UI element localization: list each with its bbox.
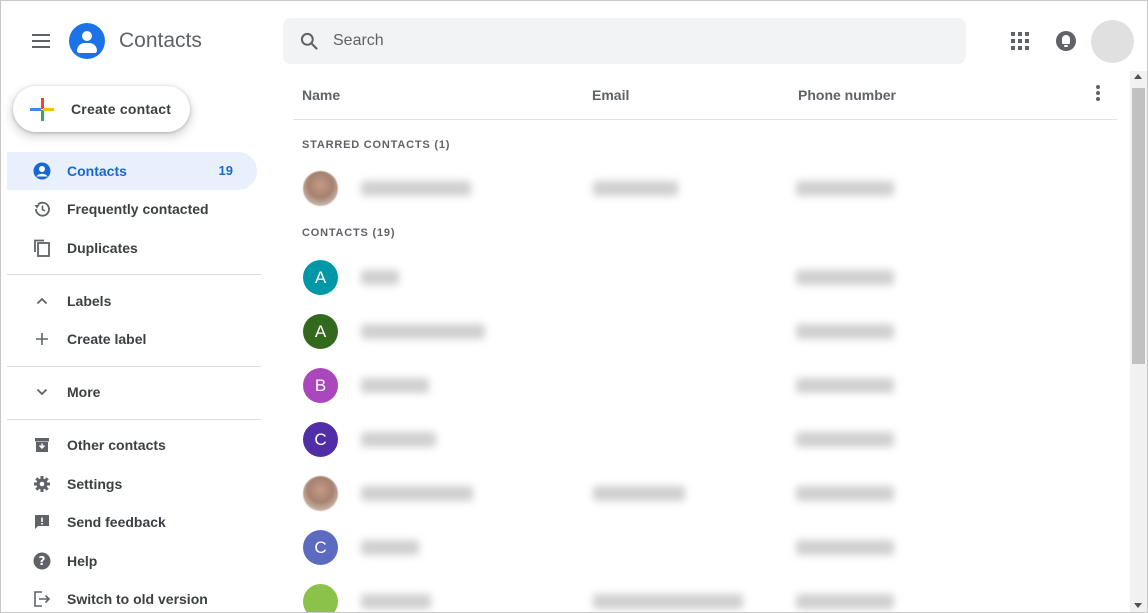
- sidebar-item-label: Duplicates: [67, 240, 138, 256]
- contact-name-redacted: [361, 594, 431, 609]
- help-icon: ?: [32, 551, 52, 571]
- table-header-divider: [293, 119, 1117, 120]
- contact-name-redacted: [361, 324, 485, 339]
- contact-initial-avatar: A: [303, 260, 338, 295]
- app-title: Contacts: [119, 29, 202, 52]
- contact-phone-redacted: [796, 378, 894, 393]
- contact-name-redacted: [361, 181, 471, 196]
- sidebar-item-frequently-contacted[interactable]: Frequently contacted: [7, 190, 257, 228]
- svg-text:?: ?: [39, 554, 46, 568]
- sidebar-item-settings[interactable]: Settings: [7, 465, 257, 503]
- sidebar-item-send-feedback[interactable]: Send feedback: [7, 503, 257, 541]
- scroll-up-arrow-icon[interactable]: [1134, 74, 1142, 79]
- contact-row[interactable]: [293, 161, 1117, 215]
- contact-name-redacted: [361, 432, 436, 447]
- duplicates-icon: [32, 238, 52, 258]
- search-bar[interactable]: [283, 18, 966, 64]
- sidebar-item-label: More: [67, 384, 101, 400]
- chevron-up-icon: [32, 291, 52, 311]
- contact-row[interactable]: B: [293, 358, 1117, 412]
- contact-photo-avatar: [303, 476, 338, 511]
- history-icon: [32, 199, 52, 219]
- sidebar-divider: [7, 419, 261, 420]
- contact-phone-redacted: [796, 270, 894, 285]
- plus-icon: [32, 329, 52, 349]
- search-icon[interactable]: [299, 31, 319, 51]
- top-bar: Contacts: [1, 1, 1148, 81]
- contact-photo-avatar: [303, 171, 338, 206]
- sidebar-item-other-contacts[interactable]: Other contacts: [7, 426, 257, 464]
- notifications-icon[interactable]: [1056, 31, 1076, 51]
- contact-row[interactable]: [293, 574, 1117, 612]
- contact-phone-redacted: [796, 486, 894, 501]
- sidebar-item-label: Switch to old version: [67, 591, 208, 607]
- contact-email-redacted: [593, 181, 678, 196]
- create-contact-button[interactable]: Create contact: [13, 86, 190, 132]
- sidebar-item-help[interactable]: ? Help: [7, 542, 257, 580]
- search-input[interactable]: [333, 18, 933, 64]
- contact-row[interactable]: C: [293, 520, 1117, 574]
- chevron-down-icon: [32, 382, 52, 402]
- contact-name-redacted: [361, 486, 473, 501]
- sidebar-item-label: Send feedback: [67, 514, 166, 530]
- contact-name-redacted: [361, 378, 429, 393]
- scrollbar-thumb[interactable]: [1132, 88, 1145, 364]
- contacts-count-badge: 19: [218, 163, 233, 178]
- sidebar-item-duplicates[interactable]: Duplicates: [7, 229, 257, 267]
- vertical-scrollbar[interactable]: [1130, 71, 1147, 612]
- main-menu-icon[interactable]: [29, 29, 53, 53]
- more-vert-icon[interactable]: [1095, 85, 1101, 101]
- contact-initial-avatar: B: [303, 368, 338, 403]
- sidebar-divider: [7, 274, 261, 275]
- scroll-down-arrow-icon[interactable]: [1134, 603, 1142, 608]
- contact-email-redacted: [593, 594, 743, 609]
- sidebar-item-label: Labels: [67, 293, 112, 309]
- column-header-email[interactable]: Email: [592, 87, 629, 103]
- colorful-plus-icon: [30, 97, 54, 121]
- person-icon: [32, 161, 52, 181]
- sidebar-item-create-label[interactable]: Create label: [7, 320, 257, 358]
- contact-row[interactable]: C: [293, 412, 1117, 466]
- contact-initial-avatar: C: [303, 422, 338, 457]
- contact-phone-redacted: [796, 324, 894, 339]
- gear-icon: [32, 474, 52, 494]
- column-header-name[interactable]: Name: [302, 87, 340, 103]
- sidebar-item-label: Other contacts: [67, 437, 166, 453]
- contacts-section-label: CONTACTS (19): [302, 227, 396, 239]
- sidebar-item-switch-old-version[interactable]: Switch to old version: [7, 580, 257, 613]
- contact-row[interactable]: [293, 466, 1117, 520]
- sidebar-item-contacts[interactable]: Contacts 19: [7, 152, 257, 190]
- contact-name-redacted: [361, 270, 399, 285]
- feedback-icon: [32, 512, 52, 532]
- archive-icon: [32, 435, 52, 455]
- contacts-logo-icon: [69, 23, 105, 59]
- sidebar-item-label: Settings: [67, 476, 123, 492]
- sidebar-item-label: Frequently contacted: [67, 201, 209, 217]
- google-apps-icon[interactable]: [1011, 32, 1029, 50]
- contact-phone-redacted: [796, 594, 894, 609]
- contact-row[interactable]: A: [293, 304, 1117, 358]
- account-avatar[interactable]: [1091, 20, 1134, 63]
- sidebar-item-label: Help: [67, 553, 98, 569]
- exit-icon: [32, 589, 52, 609]
- contact-row[interactable]: A: [293, 250, 1117, 304]
- contact-phone-redacted: [796, 181, 894, 196]
- contact-email-redacted: [593, 486, 685, 501]
- sidebar-item-label: Create label: [67, 331, 147, 347]
- sidebar-item-labels[interactable]: Labels: [7, 282, 257, 320]
- sidebar-divider: [7, 366, 261, 367]
- create-contact-label: Create contact: [71, 101, 172, 117]
- contact-name-redacted: [361, 540, 419, 555]
- starred-section-label: STARRED CONTACTS (1): [302, 139, 451, 151]
- sidebar-item-label: Contacts: [67, 163, 127, 179]
- contact-initial-avatar: C: [303, 530, 338, 565]
- android-avatar-icon: [303, 584, 338, 612]
- contact-phone-redacted: [796, 540, 894, 555]
- sidebar-item-more[interactable]: More: [7, 373, 257, 411]
- column-header-phone[interactable]: Phone number: [798, 87, 896, 103]
- contact-phone-redacted: [796, 432, 894, 447]
- contact-initial-avatar: A: [303, 314, 338, 349]
